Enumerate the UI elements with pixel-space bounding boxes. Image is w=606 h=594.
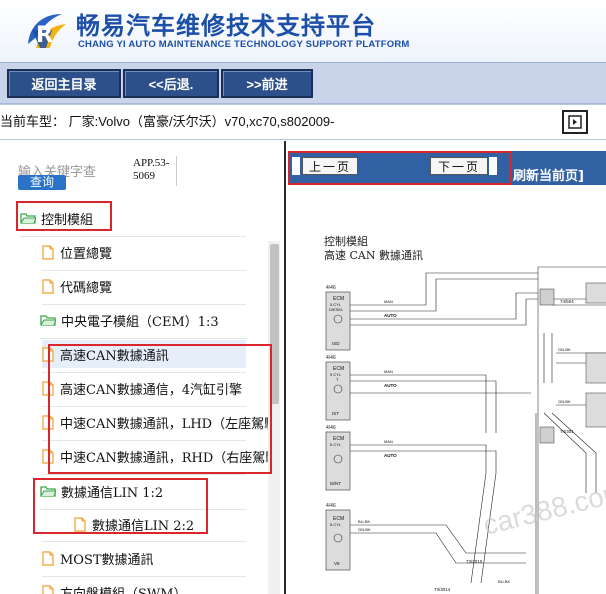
tree-item-label: 位置總覽: [60, 246, 113, 262]
ecm-variant: V8: [334, 561, 340, 566]
wire-label: GN-BK: [358, 527, 371, 532]
ecm-variant: ISD: [332, 341, 340, 346]
ecm-ref: 4/46: [326, 503, 336, 509]
tree-item[interactable]: 方向盤模組（SWM）: [42, 578, 187, 594]
module-box: [585, 282, 606, 304]
home-button[interactable]: 返回主目录: [7, 69, 121, 98]
wire-label: AUTO: [384, 383, 397, 388]
app-code: APP.53-5069: [133, 157, 170, 182]
connector-label: 74/504: [560, 299, 574, 304]
wire-label: BU-BK: [498, 579, 511, 584]
back-button-label: <<后退.: [148, 77, 194, 92]
ecm-ref: 4/46: [326, 425, 336, 431]
tree-folder-cem[interactable]: 中央電子模組（CEM）1:3: [40, 306, 219, 334]
logo-icon: R: [28, 14, 66, 48]
tree-item[interactable]: MOST數據通訊: [42, 544, 154, 572]
wire-label: BU-BK: [358, 519, 371, 524]
module-box: [585, 392, 606, 428]
forward-button[interactable]: >>前进: [221, 69, 313, 98]
svg-text:R: R: [36, 23, 53, 48]
wire-label: MAN: [384, 299, 393, 304]
forward-button-label: >>前进: [246, 77, 288, 92]
connector-label: 74/301: [560, 429, 574, 434]
expand-button[interactable]: [562, 110, 588, 134]
tree-item-label: 代碼總覽: [60, 280, 113, 296]
ecm-label: 8 CYL: [330, 522, 342, 527]
toolbar: 返回主目录 <<后退. >>前进: [0, 62, 606, 104]
ecm-ref: 4/46: [326, 285, 336, 291]
document-viewer: 上一页 下一页 刷新当前页] 控制模組 高速 CAN 數據通訊 4/46 ECM…: [284, 141, 606, 594]
wire-label: AUTO: [384, 313, 397, 318]
divider: [42, 474, 246, 475]
tree-item-label: MOST數據通訊: [60, 552, 154, 568]
folder-open-icon: [40, 315, 56, 326]
app-header: R 畅易汽车维修技术支持平台 CHANG YI AUTO MAINTENANCE…: [0, 0, 606, 62]
search-button[interactable]: 查询: [18, 175, 66, 190]
tree-item[interactable]: 代碼總覽: [42, 272, 112, 300]
home-button-label: 返回主目录: [31, 77, 97, 92]
tree-item-label: 方向盤模組（SWM）: [60, 586, 187, 594]
wire-label: GN-BK: [558, 347, 571, 352]
ecm-ref: 4/46: [326, 355, 336, 361]
wire-label: AUTO: [384, 453, 397, 458]
connector-label: 73/3010: [466, 559, 483, 564]
highlight-box: [16, 201, 112, 231]
document-icon: [42, 278, 54, 294]
divider: [42, 541, 246, 542]
divider: [20, 236, 246, 237]
ecm-label: 6 CYL: [330, 442, 342, 447]
divider: [176, 156, 177, 186]
app-subtitle: CHANG YI AUTO MAINTENANCE TECHNOLOGY SUP…: [78, 39, 410, 50]
connector: [539, 288, 555, 306]
document-icon: [42, 244, 54, 260]
ecm-label: DIESEL: [329, 307, 344, 312]
divider: [40, 338, 246, 339]
connector: [539, 426, 555, 444]
ecm-block: 4/46 ECM 6 CYL I6/NT: [325, 425, 351, 491]
document-icon: [42, 550, 54, 566]
module-box: [585, 352, 606, 384]
ecm-block: 4/46 ECM 8 CYL V8: [325, 503, 351, 571]
watermark: car388.com: [480, 475, 606, 540]
highlight-box: [288, 151, 512, 185]
ecm-block: 4/46 ECM 5 CYL DIESEL ISD: [325, 285, 351, 351]
app-title: 畅易汽车维修技术支持平台: [76, 12, 376, 40]
back-button[interactable]: <<后退.: [123, 69, 219, 98]
refresh-page-link[interactable]: 刷新当前页]: [513, 165, 584, 184]
current-vehicle: 当前车型： 厂家:Volvo（富豪/沃尔沃）v70,xc70,s802009-: [0, 114, 335, 129]
highlight-box: [33, 478, 208, 534]
divider: [42, 576, 246, 577]
wiring-diagram: 4/46 ECM 5 CYL DIESEL ISD 4/46 ECM 5 CYL…: [325, 266, 606, 594]
divider: [42, 270, 246, 271]
wire-label: MAN: [384, 369, 393, 374]
document-icon: [42, 584, 54, 594]
wire-label: MAN: [384, 439, 393, 444]
ecm-variant: IST: [332, 411, 339, 416]
ecm-variant: I6/NT: [330, 481, 341, 486]
divider: [42, 304, 246, 305]
navigation-panel: 输入关键字查 查询 APP.53-5069 控制模組 位置總覽 代碼總覽 中央電…: [0, 141, 282, 594]
highlight-box: [48, 344, 272, 474]
ecm-block: 4/46 ECM 5 CYL T IST: [325, 355, 351, 421]
connector-label: 73/3014: [434, 587, 451, 592]
expand-icon: [568, 115, 582, 129]
vehicle-bar: 当前车型： 厂家:Volvo（富豪/沃尔沃）v70,xc70,s802009-: [0, 104, 606, 140]
tree-item[interactable]: 位置總覽: [42, 238, 112, 266]
tree-item-label: 中央電子模組（CEM）1:3: [61, 314, 219, 330]
wire-label: GN-BK: [558, 399, 571, 404]
